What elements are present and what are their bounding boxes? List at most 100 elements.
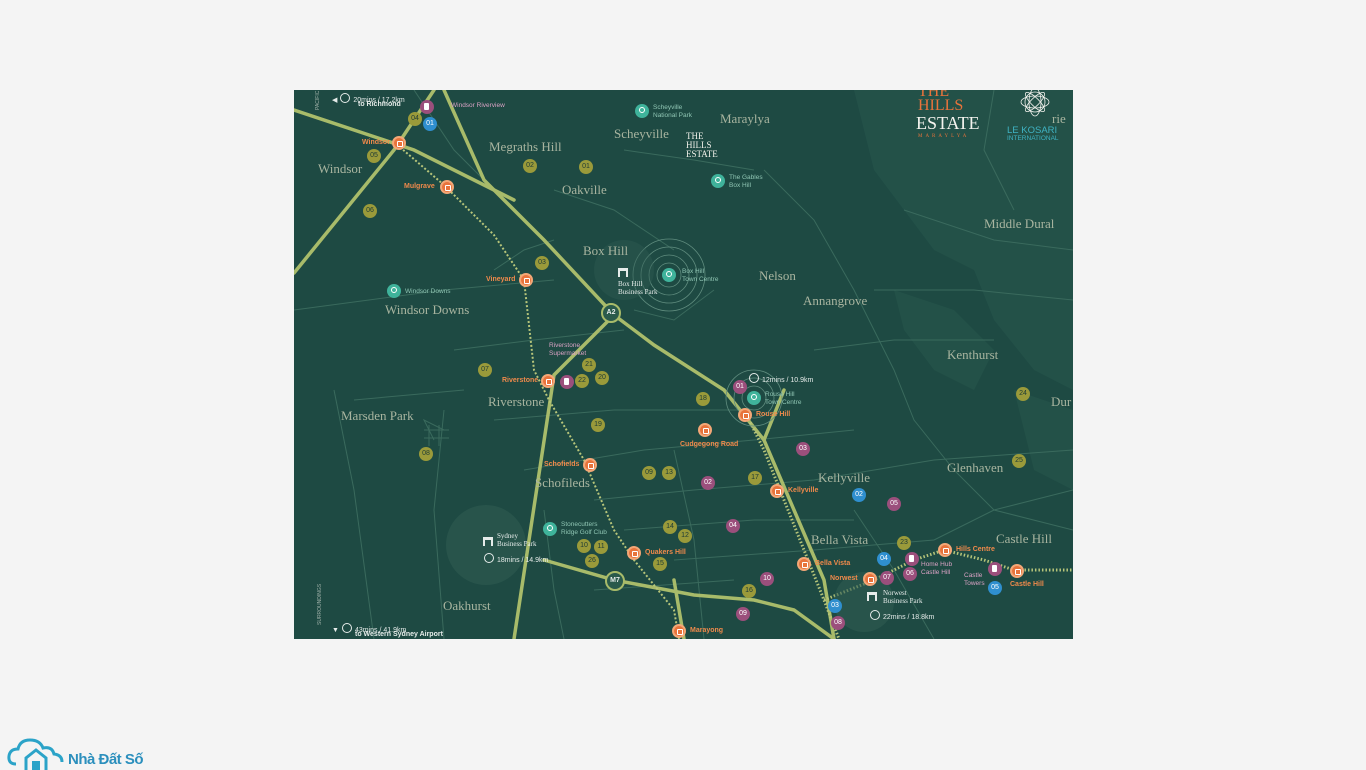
school-marker[interactable]: 14 [663,520,677,534]
shopping-marker[interactable]: 02 [701,476,715,490]
shopping-marker[interactable]: 09 [736,607,750,621]
station-riverstone-icon[interactable] [541,374,555,388]
station-mulgrave-icon[interactable] [440,180,454,194]
school-marker[interactable]: 17 [748,471,762,485]
school-marker[interactable]: 04 [408,112,422,126]
school-marker[interactable]: 10 [577,539,591,553]
area-schofields: Schofileds [535,475,590,490]
station-windsor-icon[interactable] [392,136,406,150]
school-marker[interactable]: 06 [363,204,377,218]
shopping-marker[interactable]: 03 [796,442,810,456]
school-marker[interactable]: 24 [1016,387,1030,401]
the-gables-label: The Gables Box Hill [729,174,763,189]
building-icon [483,537,493,546]
station-quakers-hill-icon[interactable] [627,546,641,560]
riverstone-supermarket-shop-icon[interactable] [560,375,574,389]
station-rouse-hill-icon[interactable] [738,408,752,422]
school-marker[interactable]: 05 [367,149,381,163]
station-schofields-icon[interactable] [583,458,597,472]
building-icon [618,268,628,277]
windsor-riverview-shop-icon[interactable] [420,100,434,114]
school-marker[interactable]: 23 [897,536,911,550]
school-marker[interactable]: 21 [582,358,596,372]
school-marker[interactable]: 01 [579,160,593,174]
windsor-downs-pin-icon[interactable] [387,284,401,298]
car-icon [484,553,494,563]
station-marayong-icon[interactable] [672,624,686,638]
school-marker[interactable]: 13 [662,466,676,480]
school-marker[interactable]: 08 [419,447,433,461]
castle-towers-shop-icon[interactable] [988,562,1002,576]
norwest-time: 22mins / 18.8km [870,610,934,621]
school-marker[interactable]: 26 [585,554,599,568]
sydney-business-park-label: Sydney Business Park [497,532,537,548]
school-marker[interactable]: 25 [1012,454,1026,468]
castle-towers-label: Castle Towers [964,572,985,587]
school-marker[interactable]: 07 [478,363,492,377]
car-icon [870,610,880,620]
school-marker[interactable]: 15 [653,557,667,571]
scheyville-national-park-label: Scheyville National Park [653,104,693,119]
station-castle-hill-label: Castle Hill [1010,581,1044,588]
hospital-marker[interactable]: 01 [423,117,437,131]
area-oakville: Oakville [562,182,607,197]
school-marker[interactable]: 18 [696,392,710,406]
hospital-marker[interactable]: 03 [828,599,842,613]
station-cudgegong-road-icon[interactable] [698,423,712,437]
building-icon [867,592,877,601]
area-nelson: Nelson [759,268,796,283]
station-hills-centre-icon[interactable] [938,543,952,557]
hospital-marker[interactable]: 04 [877,552,891,566]
station-schofields-label: Schofields [544,461,580,468]
school-marker[interactable]: 20 [595,371,609,385]
school-marker[interactable]: 19 [591,418,605,432]
station-hills-centre-label: Hills Centre [956,546,995,553]
norwest-business-park-label: Norwest Business Park [883,589,923,605]
shopping-marker[interactable]: 01 [733,380,747,394]
box-hill-town-centre-pin-icon[interactable] [662,268,676,282]
estate-title-estate: ESTATE [916,113,980,133]
shopping-marker[interactable]: 05 [887,497,901,511]
station-bella-vista-icon[interactable] [797,557,811,571]
box-hill-business-park-label: Box Hill Business Park [618,280,658,296]
station-mulgrave-label: Mulgrave [404,183,435,190]
school-marker[interactable]: 12 [678,529,692,543]
the-gables-pin-icon[interactable] [711,174,725,188]
shopping-marker[interactable]: 10 [760,572,774,586]
school-marker[interactable]: 22 [575,374,589,388]
station-vineyard-icon[interactable] [519,273,533,287]
shopping-marker[interactable]: 04 [726,519,740,533]
area-partial-label: rie [1052,111,1066,126]
le-kosari-flower-logo-icon [1020,90,1050,117]
hills-estate-site-marker[interactable]: THE HILLS ESTATE [686,132,718,159]
school-marker[interactable]: 16 [742,584,756,598]
home-hub-shop-icon[interactable] [905,552,919,566]
stonecutters-pin-icon[interactable] [543,522,557,536]
school-marker[interactable]: 09 [642,466,656,480]
area-annangrove: Annangrove [803,293,868,308]
shopping-marker[interactable]: 08 [831,616,845,630]
school-marker[interactable]: 03 [535,256,549,270]
hospital-marker[interactable]: 05 [988,581,1002,595]
school-marker[interactable]: 11 [594,540,608,554]
area-map[interactable]: Megraths Hill Scheyville Maraylya Windso… [294,90,1073,639]
windsor-riverview-label: Windsor Riverview [451,102,505,109]
hospital-marker[interactable]: 02 [852,488,866,502]
station-kellyville-icon[interactable] [770,484,784,498]
rouse-hill-town-centre-pin-icon[interactable] [747,391,761,405]
station-norwest-icon[interactable] [863,572,877,586]
rouse-hill-town-centre-label: Rouse Hill Town Centre [765,391,802,406]
station-rouse-hill-label: Rouse Hill [756,411,791,418]
scheyville-national-park-pin-icon[interactable] [635,104,649,118]
school-marker[interactable]: 02 [523,159,537,173]
area-dur: Dur [1051,394,1072,409]
area-windsor: Windsor [318,161,363,176]
area-castle-hill: Castle Hill [996,531,1052,546]
area-glenhaven: Glenhaven [947,460,1004,475]
station-castle-hill-icon[interactable] [1010,564,1024,578]
shopping-marker[interactable]: 06 [903,567,917,581]
car-icon [341,623,352,633]
area-megraths-hill: Megraths Hill [489,139,562,154]
station-norwest-label: Norwest [830,575,858,582]
shopping-marker[interactable]: 07 [880,571,894,585]
